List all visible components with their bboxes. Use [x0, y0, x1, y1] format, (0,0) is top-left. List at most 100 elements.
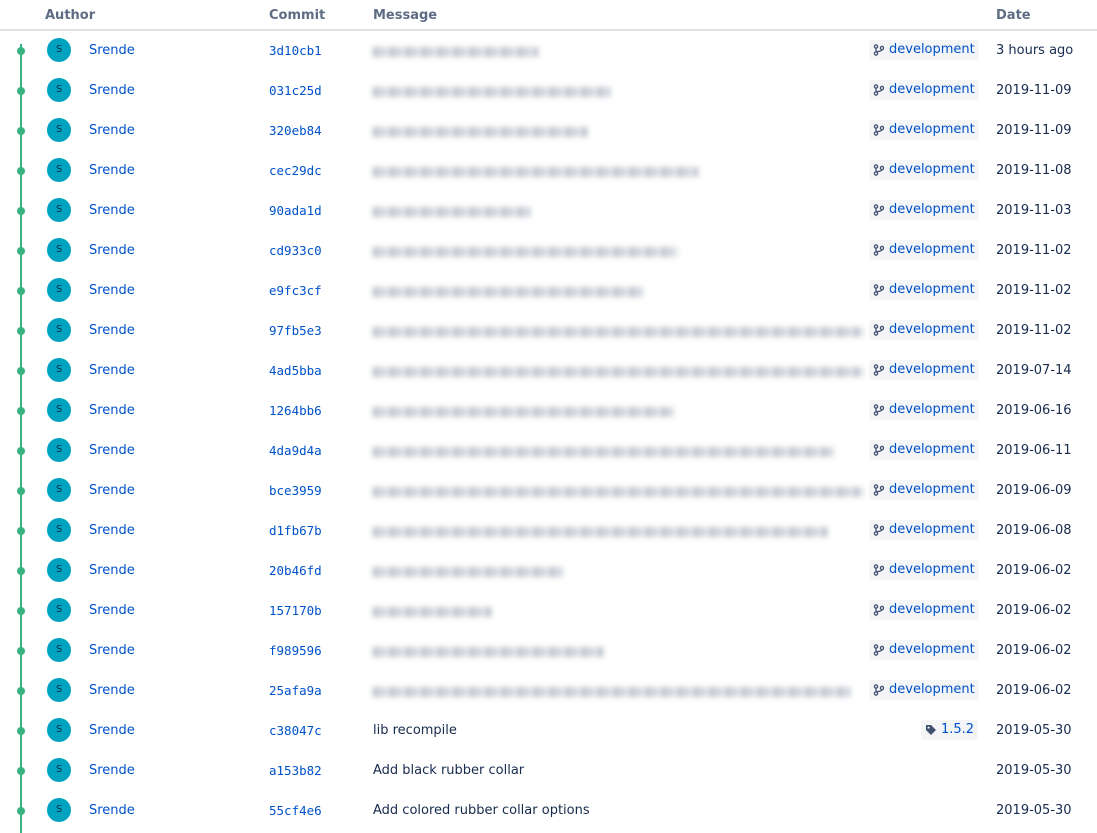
commit-row[interactable]: S Srende 90ada1d development 2019-11-03	[0, 191, 1097, 231]
commit-hash-link[interactable]: c38047c	[269, 723, 322, 738]
commit-hash-link[interactable]: cd933c0	[269, 243, 322, 258]
commit-hash-link[interactable]: 4da9d4a	[269, 443, 322, 458]
commit-message[interactable]	[373, 487, 863, 497]
commit-hash-link[interactable]: 55cf4e6	[269, 803, 322, 818]
branch-lozenge[interactable]: development	[869, 200, 979, 220]
author-link[interactable]: Srende	[89, 563, 135, 578]
avatar[interactable]: S	[47, 758, 71, 782]
commit-message[interactable]	[373, 287, 643, 297]
commit-row[interactable]: S Srende cd933c0 development 2019-11-02	[0, 231, 1097, 271]
commit-message[interactable]: Add colored rubber collar options	[373, 803, 863, 821]
author-link[interactable]: Srende	[89, 723, 135, 738]
commit-message[interactable]	[373, 447, 833, 457]
commit-message[interactable]	[373, 247, 678, 257]
avatar[interactable]: S	[47, 678, 71, 702]
commit-row[interactable]: S Srende 157170b development 2019-06-02	[0, 591, 1097, 631]
commit-message[interactable]	[373, 207, 533, 217]
commit-row[interactable]: S Srende a153b82 Add black rubber collar 201…	[0, 751, 1097, 791]
branch-lozenge[interactable]: development	[869, 40, 979, 60]
branch-lozenge[interactable]: development	[869, 120, 979, 140]
commit-message[interactable]	[373, 167, 698, 177]
author-link[interactable]: Srende	[89, 683, 135, 698]
branch-lozenge[interactable]: development	[869, 560, 979, 580]
commit-hash-link[interactable]: bce3959	[269, 483, 322, 498]
author-link[interactable]: Srende	[89, 243, 135, 258]
author-link[interactable]: Srende	[89, 803, 135, 818]
branch-lozenge[interactable]: development	[869, 600, 979, 620]
commit-hash-link[interactable]: 320eb84	[269, 123, 322, 138]
commit-row[interactable]: S Srende 031c25d development 2019-11-09	[0, 71, 1097, 111]
branch-lozenge[interactable]: development	[869, 680, 979, 700]
commit-message[interactable]	[373, 47, 538, 57]
avatar[interactable]: S	[47, 398, 71, 422]
commit-message[interactable]	[373, 127, 588, 137]
commit-hash-link[interactable]: 157170b	[269, 603, 322, 618]
commit-hash-link[interactable]: 97fb5e3	[269, 323, 322, 338]
author-link[interactable]: Srende	[89, 163, 135, 178]
author-link[interactable]: Srende	[89, 363, 135, 378]
branch-lozenge[interactable]: development	[869, 360, 979, 380]
commit-row[interactable]: S Srende 4ad5bba development 2019-07-14	[0, 351, 1097, 391]
avatar[interactable]: S	[47, 598, 71, 622]
avatar[interactable]: S	[47, 438, 71, 462]
commit-row[interactable]: S Srende e9fc3cf development 2019-11-02	[0, 271, 1097, 311]
avatar[interactable]: S	[47, 198, 71, 222]
commit-row[interactable]: S Srende 3d10cb1 development 3 hours ago	[0, 31, 1097, 71]
commit-row[interactable]: S Srende 1264bb6 development 2019-06-16	[0, 391, 1097, 431]
commit-hash-link[interactable]: e9fc3cf	[269, 283, 322, 298]
commit-hash-link[interactable]: 90ada1d	[269, 203, 322, 218]
commit-hash-link[interactable]: d1fb67b	[269, 523, 322, 538]
commit-message[interactable]	[373, 647, 603, 657]
commit-row[interactable]: S Srende d1fb67b development 2019-06-08	[0, 511, 1097, 551]
author-link[interactable]: Srende	[89, 43, 135, 58]
avatar[interactable]: S	[47, 318, 71, 342]
avatar[interactable]: S	[47, 238, 71, 262]
author-link[interactable]: Srende	[89, 123, 135, 138]
commit-row[interactable]: S Srende f989596 development 2019-06-02	[0, 631, 1097, 671]
avatar[interactable]: S	[47, 278, 71, 302]
author-link[interactable]: Srende	[89, 323, 135, 338]
commit-row[interactable]: S Srende cec29dc development 2019-11-08	[0, 151, 1097, 191]
author-link[interactable]: Srende	[89, 283, 135, 298]
author-link[interactable]: Srende	[89, 763, 135, 778]
avatar[interactable]: S	[47, 118, 71, 142]
commit-row[interactable]: S Srende 320eb84 development 2019-11-09	[0, 111, 1097, 151]
author-link[interactable]: Srende	[89, 403, 135, 418]
commit-row[interactable]: S Srende bce3959 development 2019-06-09	[0, 471, 1097, 511]
branch-lozenge[interactable]: development	[869, 80, 979, 100]
commit-message[interactable]	[373, 367, 863, 377]
commit-message[interactable]	[373, 687, 853, 697]
avatar[interactable]: S	[47, 718, 71, 742]
commit-message[interactable]	[373, 567, 563, 577]
avatar[interactable]: S	[47, 558, 71, 582]
avatar[interactable]: S	[47, 78, 71, 102]
branch-lozenge[interactable]: development	[869, 480, 979, 500]
commit-message[interactable]	[373, 527, 828, 537]
commit-message[interactable]	[373, 327, 863, 337]
commit-message[interactable]	[373, 407, 673, 417]
author-link[interactable]: Srende	[89, 443, 135, 458]
commit-hash-link[interactable]: 4ad5bba	[269, 363, 322, 378]
commit-hash-link[interactable]: f989596	[269, 643, 322, 658]
avatar[interactable]: S	[47, 158, 71, 182]
branch-lozenge[interactable]: development	[869, 520, 979, 540]
branch-lozenge[interactable]: development	[869, 280, 979, 300]
commit-row[interactable]: S Srende 55cf4e6 Add colored rubber collar …	[0, 791, 1097, 831]
branch-lozenge[interactable]: development	[869, 320, 979, 340]
author-link[interactable]: Srende	[89, 643, 135, 658]
commit-row[interactable]: S Srende c38047c lib recompile 1.5.2 2019-05-…	[0, 711, 1097, 751]
commit-hash-link[interactable]: 1264bb6	[269, 403, 322, 418]
avatar[interactable]: S	[47, 798, 71, 822]
author-link[interactable]: Srende	[89, 203, 135, 218]
commit-message[interactable]: lib recompile	[373, 723, 863, 741]
commit-row[interactable]: S Srende 25afa9a development 2019-06-02	[0, 671, 1097, 711]
branch-lozenge[interactable]: development	[869, 640, 979, 660]
author-link[interactable]: Srende	[89, 523, 135, 538]
commit-hash-link[interactable]: 20b46fd	[269, 563, 322, 578]
author-link[interactable]: Srende	[89, 83, 135, 98]
commit-message[interactable]	[373, 87, 613, 97]
avatar[interactable]: S	[47, 358, 71, 382]
branch-lozenge[interactable]: development	[869, 160, 979, 180]
commit-hash-link[interactable]: 031c25d	[269, 83, 322, 98]
commit-hash-link[interactable]: 3d10cb1	[269, 43, 322, 58]
